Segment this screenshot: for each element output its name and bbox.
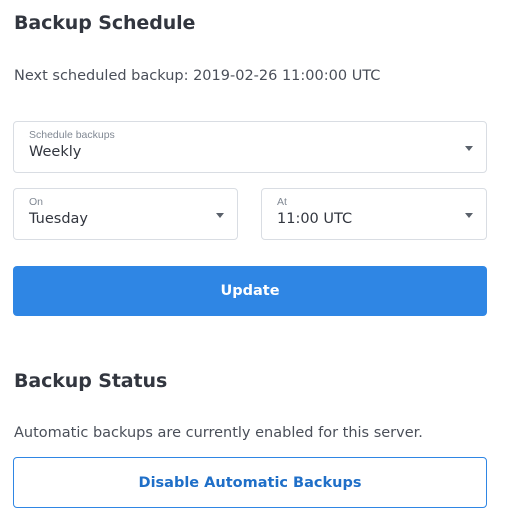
backup-status-text: Automatic backups are currently enabled … [14, 425, 423, 441]
schedule-backups-select[interactable]: Schedule backups Weekly [13, 121, 487, 173]
backup-day-select[interactable]: On Tuesday [13, 188, 238, 240]
update-button[interactable]: Update [13, 266, 487, 316]
disable-automatic-backups-button[interactable]: Disable Automatic Backups [13, 457, 487, 508]
chevron-down-icon [465, 213, 473, 218]
backup-time-select[interactable]: At 11:00 UTC [261, 188, 487, 240]
backup-schedule-heading: Backup Schedule [14, 12, 196, 34]
backup-day-label: On [29, 196, 44, 208]
schedule-backups-value: Weekly [29, 144, 82, 160]
backup-time-label: At [277, 196, 287, 208]
next-backup-text: Next scheduled backup: 2019-02-26 11:00:… [14, 68, 381, 84]
chevron-down-icon [216, 213, 224, 218]
chevron-down-icon [465, 146, 473, 151]
backup-status-heading: Backup Status [14, 370, 168, 392]
backup-time-value: 11:00 UTC [277, 211, 353, 227]
backup-day-value: Tuesday [29, 211, 88, 227]
schedule-backups-label: Schedule backups [29, 129, 115, 141]
